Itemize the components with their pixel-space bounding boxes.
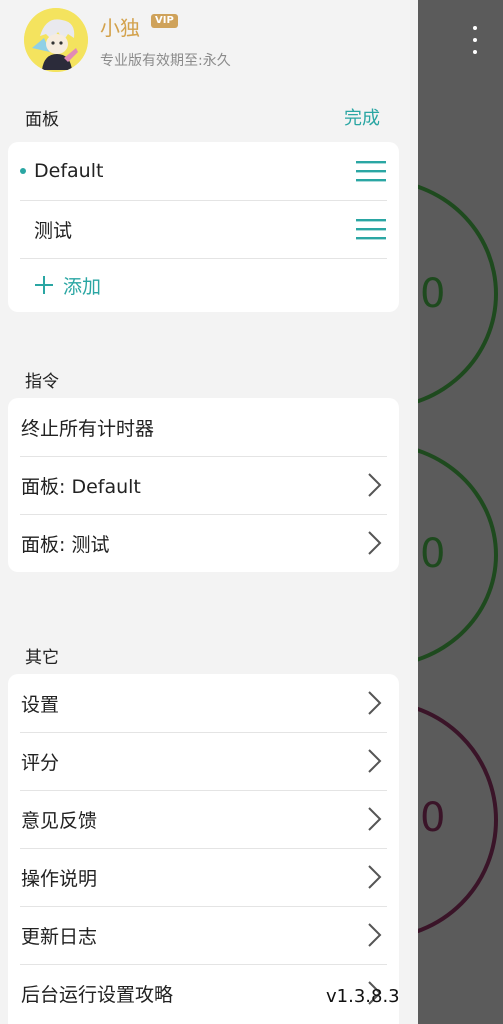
- active-indicator: [20, 168, 26, 174]
- panel-item-default[interactable]: Default: [8, 142, 399, 200]
- command-label: 面板: 测试: [21, 533, 110, 556]
- panel-item-test[interactable]: 测试: [8, 200, 399, 258]
- commands-section-title: 指令: [25, 372, 59, 392]
- others-section-title: 其它: [25, 648, 59, 668]
- timer-label-3: 0: [420, 795, 446, 841]
- username: 小独: [100, 16, 140, 40]
- version-label: v1.3.8.3: [326, 986, 400, 1007]
- chevron-right-icon: [368, 923, 382, 947]
- command-stop-all-timers[interactable]: 终止所有计时器: [8, 398, 399, 456]
- chevron-right-icon: [368, 473, 382, 497]
- panel-item-label: 测试: [34, 219, 73, 242]
- command-panel-test[interactable]: 面板: 测试: [8, 514, 399, 572]
- navigation-drawer: 小独 VIP 专业版有效期至:永久 面板 完成 Default 测试 添加 指令…: [0, 0, 418, 1024]
- timer-label-1: 0: [420, 271, 446, 317]
- vip-badge: VIP: [151, 14, 178, 28]
- menu-item-label: 操作说明: [21, 867, 98, 890]
- others-card: 设置 评分 意见反馈 操作说明 更新日志 后台运行设置攻略: [8, 674, 399, 1024]
- menu-item-rate[interactable]: 评分: [8, 732, 399, 790]
- menu-item-settings[interactable]: 设置: [8, 674, 399, 732]
- avatar[interactable]: [24, 8, 88, 72]
- menu-item-label: 后台运行设置攻略: [21, 983, 174, 1006]
- panel-item-label: Default: [34, 160, 104, 182]
- menu-item-changelog[interactable]: 更新日志: [8, 906, 399, 964]
- more-vert-icon[interactable]: [470, 26, 480, 54]
- hamburger-icon[interactable]: [356, 160, 386, 182]
- command-label: 面板: Default: [21, 475, 141, 498]
- done-button[interactable]: 完成: [344, 104, 380, 130]
- add-panel-button[interactable]: 添加: [8, 258, 399, 312]
- menu-item-label: 更新日志: [21, 925, 98, 948]
- add-panel-label: 添加: [63, 275, 102, 298]
- menu-item-feedback[interactable]: 意见反馈: [8, 790, 399, 848]
- chevron-right-icon: [368, 531, 382, 555]
- menu-item-label: 设置: [21, 693, 60, 716]
- chevron-right-icon: [368, 691, 382, 715]
- menu-item-label: 意见反馈: [21, 809, 98, 832]
- commands-card: 终止所有计时器 面板: Default 面板: 测试: [8, 398, 399, 572]
- command-label: 终止所有计时器: [21, 417, 155, 440]
- command-panel-default[interactable]: 面板: Default: [8, 456, 399, 514]
- subscription-status: 专业版有效期至:永久: [100, 53, 231, 69]
- timer-label-2: 0: [420, 531, 446, 577]
- panels-card: Default 测试 添加: [8, 142, 399, 312]
- menu-item-label: 评分: [21, 751, 60, 774]
- hamburger-icon[interactable]: [356, 218, 386, 240]
- plus-icon: [35, 276, 53, 294]
- chevron-right-icon: [368, 865, 382, 889]
- panels-section-title: 面板: [25, 110, 59, 130]
- chevron-right-icon: [368, 807, 382, 831]
- menu-item-instructions[interactable]: 操作说明: [8, 848, 399, 906]
- chevron-right-icon: [368, 749, 382, 773]
